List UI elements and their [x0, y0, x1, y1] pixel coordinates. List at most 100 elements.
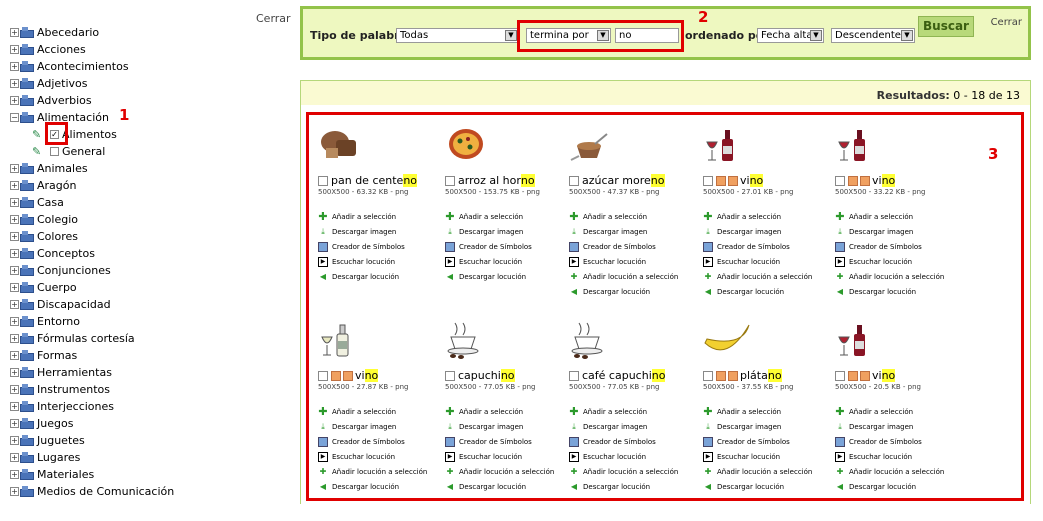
folder-icon: [20, 418, 34, 429]
expand-icon[interactable]: +: [10, 453, 19, 462]
folder-icon: [20, 435, 34, 446]
folder-icon: [20, 27, 34, 38]
tree-item[interactable]: + Lugares: [10, 449, 174, 466]
expand-icon[interactable]: +: [10, 317, 19, 326]
order-select[interactable]: Fecha alta ▼: [757, 28, 824, 43]
tree-item-label: Conjunciones: [37, 264, 111, 277]
direction-select[interactable]: Descendente ▼: [831, 28, 915, 43]
expand-icon[interactable]: +: [10, 351, 19, 360]
tree-item-label: Colores: [37, 230, 78, 243]
tree-item[interactable]: + Herramientas: [10, 364, 174, 381]
tree-item-label: Lugares: [37, 451, 81, 464]
search-close-link[interactable]: Cerrar: [991, 17, 1022, 28]
tree-item[interactable]: + Formas: [10, 347, 174, 364]
tree-item-label: Juguetes: [37, 434, 85, 447]
expand-icon[interactable]: +: [10, 334, 19, 343]
tree-item[interactable]: − Alimentación: [10, 109, 174, 126]
tree-item-label: Conceptos: [37, 247, 95, 260]
expand-icon[interactable]: +: [10, 385, 19, 394]
tree-item-label: Discapacidad: [37, 298, 111, 311]
expand-icon[interactable]: +: [10, 215, 19, 224]
tree-item-label: Aragón: [37, 179, 77, 192]
tree-item[interactable]: + Cuerpo: [10, 279, 174, 296]
tree-item-label: Acontecimientos: [37, 60, 129, 73]
expand-icon[interactable]: +: [10, 232, 19, 241]
expand-icon[interactable]: +: [10, 487, 19, 496]
marker-label-2: 2: [698, 8, 709, 26]
expand-icon[interactable]: +: [10, 181, 19, 190]
expand-icon[interactable]: +: [10, 79, 19, 88]
folder-icon: [20, 180, 34, 191]
folder-icon: [20, 316, 34, 327]
tree-item[interactable]: + Entorno: [10, 313, 174, 330]
marker-box-2: [517, 20, 684, 52]
tree-item-label: Casa: [37, 196, 64, 209]
tree-item[interactable]: + Acciones: [10, 41, 174, 58]
tree-item-label: Fórmulas cortesía: [37, 332, 135, 345]
folder-icon: [20, 44, 34, 55]
search-button[interactable]: Buscar: [918, 16, 974, 37]
folder-icon: [20, 112, 34, 123]
tree-subitem[interactable]: ✎ ✓ Alimentos: [10, 126, 174, 143]
tree-item[interactable]: + Colores: [10, 228, 174, 245]
expand-icon[interactable]: +: [10, 283, 19, 292]
marker-label-3: 3: [988, 145, 999, 163]
tree-item[interactable]: + Adverbios: [10, 92, 174, 109]
expand-icon[interactable]: +: [10, 62, 19, 71]
tree-item[interactable]: + Animales: [10, 160, 174, 177]
folder-icon: [20, 333, 34, 344]
tree-item[interactable]: + Fórmulas cortesía: [10, 330, 174, 347]
marker-box-1: [45, 122, 68, 145]
expand-icon[interactable]: +: [10, 28, 19, 37]
expand-icon[interactable]: +: [10, 300, 19, 309]
subitem-checkbox[interactable]: [50, 147, 59, 156]
tree-item[interactable]: + Adjetivos: [10, 75, 174, 92]
word-type-value: Todas: [400, 30, 429, 41]
tree-item-label: Interjecciones: [37, 400, 114, 413]
expand-icon[interactable]: +: [10, 45, 19, 54]
tree-item[interactable]: + Medios de Comunicación: [10, 483, 174, 500]
expand-icon[interactable]: +: [10, 402, 19, 411]
expand-icon[interactable]: +: [10, 164, 19, 173]
folder-icon: [20, 214, 34, 225]
tree-item[interactable]: + Materiales: [10, 466, 174, 483]
tree-item-label: Adjetivos: [37, 77, 88, 90]
tree-subitem[interactable]: ✎ General: [10, 143, 174, 160]
tree-item[interactable]: + Instrumentos: [10, 381, 174, 398]
tree-item-label: Medios de Comunicación: [37, 485, 175, 498]
folder-icon: [20, 367, 34, 378]
tree-item[interactable]: + Abecedario: [10, 24, 174, 41]
tree-item[interactable]: + Interjecciones: [10, 398, 174, 415]
expand-icon[interactable]: +: [10, 198, 19, 207]
collapse-icon[interactable]: −: [10, 113, 19, 122]
tree-item[interactable]: + Casa: [10, 194, 174, 211]
expand-icon[interactable]: +: [10, 96, 19, 105]
tree-item[interactable]: + Conjunciones: [10, 262, 174, 279]
folder-icon: [20, 384, 34, 395]
expand-icon[interactable]: +: [10, 470, 19, 479]
tree-item[interactable]: + Discapacidad: [10, 296, 174, 313]
folder-icon: [20, 350, 34, 361]
tree-item[interactable]: + Acontecimientos: [10, 58, 174, 75]
expand-icon[interactable]: +: [10, 249, 19, 258]
folder-icon: [20, 197, 34, 208]
tree-item-label: Formas: [37, 349, 78, 362]
tree-item-label: Animales: [37, 162, 88, 175]
expand-icon[interactable]: +: [10, 368, 19, 377]
tree-item[interactable]: + Juegos: [10, 415, 174, 432]
tree-item[interactable]: + Colegio: [10, 211, 174, 228]
tree-subitem-label: General: [62, 145, 106, 158]
chevron-down-icon: ▼: [810, 30, 822, 41]
folder-icon: [20, 452, 34, 463]
expand-icon[interactable]: +: [10, 419, 19, 428]
sidebar-close-link[interactable]: Cerrar: [256, 12, 291, 25]
word-type-select[interactable]: Todas ▼: [396, 28, 519, 43]
pencil-icon: ✎: [32, 144, 42, 158]
expand-icon[interactable]: +: [10, 436, 19, 445]
tree-item[interactable]: + Aragón: [10, 177, 174, 194]
order-value: Fecha alta: [761, 30, 813, 41]
tree-item[interactable]: + Juguetes: [10, 432, 174, 449]
tree-item[interactable]: + Conceptos: [10, 245, 174, 262]
marker-box-3: [306, 112, 1024, 501]
expand-icon[interactable]: +: [10, 266, 19, 275]
